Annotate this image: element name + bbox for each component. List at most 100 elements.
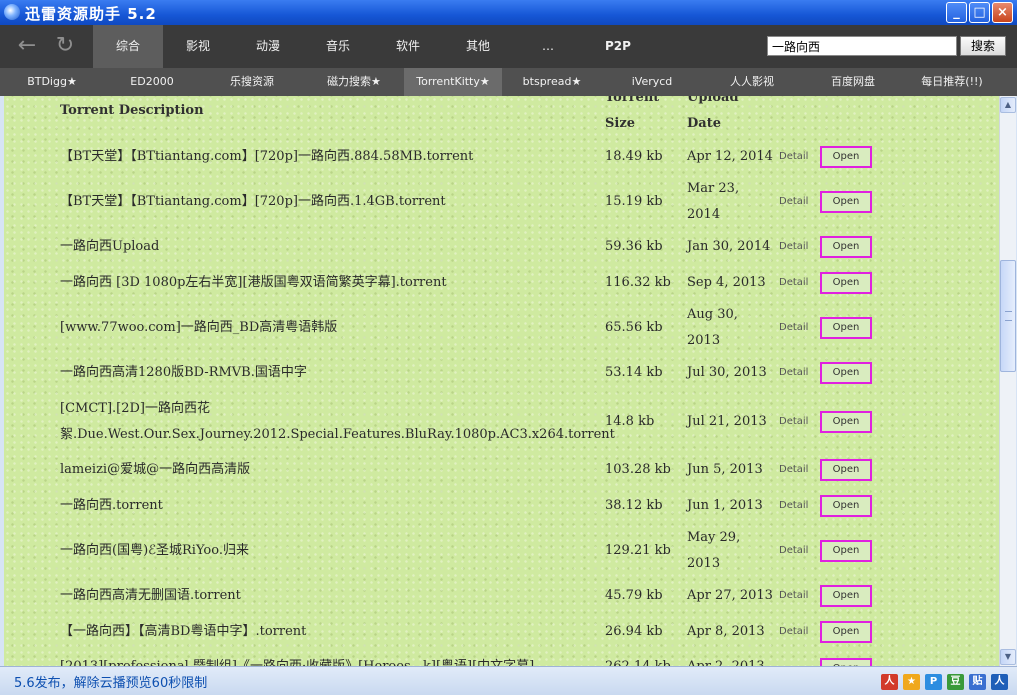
pengyou-icon[interactable]: P (925, 674, 942, 690)
torrent-description[interactable]: 【一路向西】【高清BD粤语中字】.torrent (60, 619, 600, 645)
upload-date: Aug 30, 2013 (687, 307, 738, 348)
detail-link[interactable]: Detail (779, 196, 808, 207)
detail-link[interactable]: Detail (779, 416, 808, 427)
torrent-description[interactable]: 【BT天堂】【BTtiantang.com】[720p]一路向西.1.4GB.t… (60, 189, 600, 215)
douban-icon[interactable]: 豆 (947, 674, 964, 690)
open-button[interactable]: Open (820, 236, 872, 258)
minimize-button[interactable]: _ (946, 2, 967, 23)
subtab-magnet-search[interactable]: 磁力搜索★ (304, 68, 404, 96)
status-message[interactable]: 5.6发布，解除云播预览60秒限制 (14, 672, 207, 691)
detail-link[interactable]: Detail (779, 626, 808, 637)
open-button[interactable]: Open (820, 146, 872, 168)
search-input[interactable] (767, 36, 957, 56)
subtab-iverycd[interactable]: iVerycd (602, 68, 702, 96)
open-button[interactable]: Open (820, 317, 872, 339)
open-button[interactable]: Open (820, 272, 872, 294)
torrent-description[interactable]: lameizi@爱城@一路向西高清版 (60, 457, 600, 483)
subtab-baidu-pan[interactable]: 百度网盘 (802, 68, 904, 96)
refresh-icon[interactable]: ↻ (52, 33, 78, 59)
subtab-renren-yingshi[interactable]: 人人影视 (702, 68, 802, 96)
torrent-description[interactable]: 【BT天堂】【BTtiantang.com】[720p]一路向西.884.58M… (60, 144, 600, 170)
scroll-up-arrow-icon[interactable]: ▲ (1000, 97, 1016, 113)
result-row: 一路向西 [3D 1080p左右半宽][港版国粤双语简繁英字幕].torrent… (4, 270, 999, 296)
vertical-scrollbar[interactable]: ▲ ▼ (999, 96, 1016, 666)
detail-link[interactable]: Detail (779, 500, 808, 511)
open-button[interactable]: Open (820, 658, 872, 666)
open-button[interactable]: Open (820, 540, 872, 562)
header-description: Torrent Description (60, 103, 204, 118)
tab-anime[interactable]: 动漫 (233, 25, 303, 68)
torrent-description[interactable]: 一路向西.torrent (60, 493, 600, 519)
upload-date: Apr 2, 2013 (687, 654, 773, 666)
tab-software[interactable]: 软件 (373, 25, 443, 68)
torrent-description[interactable]: [2013][professional 暨制组]《一路向西·收藏版》[Heroe… (60, 654, 600, 666)
detail-link[interactable]: Detail (779, 367, 808, 378)
close-button[interactable]: × (992, 2, 1013, 23)
result-row: [www.77woo.com]一路向西_BD高清粤语韩版 65.56 kb Au… (4, 302, 999, 354)
scrollbar-thumb[interactable] (1000, 260, 1016, 372)
app-icon (4, 4, 20, 20)
detail-link[interactable]: Detail (779, 277, 808, 288)
torrent-description[interactable]: [CMCT].[2D]一路向西花絮.Due.West.Our.Sex.Journ… (60, 396, 615, 448)
open-button[interactable]: Open (820, 411, 872, 433)
result-row: lameizi@爱城@一路向西高清版 103.28 kb Jun 5, 2013… (4, 457, 999, 483)
subtab-btdigg[interactable]: BTDigg★ (0, 68, 104, 96)
detail-link[interactable]: Detail (779, 545, 808, 556)
torrent-size: 53.14 kb (605, 365, 663, 380)
torrent-description[interactable]: [www.77woo.com]一路向西_BD高清粤语韩版 (60, 315, 600, 341)
result-row: 【BT天堂】【BTtiantang.com】[720p]一路向西.1.4GB.t… (4, 176, 999, 228)
upload-date: Sep 4, 2013 (687, 275, 766, 290)
open-button[interactable]: Open (820, 621, 872, 643)
renren2-icon[interactable]: 人 (991, 674, 1008, 690)
open-button[interactable]: Open (820, 585, 872, 607)
header-size-line2: Size (605, 116, 635, 131)
open-button[interactable]: Open (820, 191, 872, 213)
torrent-description[interactable]: 一路向西高清无删国语.torrent (60, 583, 600, 609)
open-button[interactable]: Open (820, 362, 872, 384)
result-row: 【一路向西】【高清BD粤语中字】.torrent 26.94 kb Apr 8,… (4, 619, 999, 645)
torrent-description[interactable]: 一路向西(国粤)ℰ圣城RiYoo.归来 (60, 538, 600, 564)
main-nav-bar: ← ↻ 综合 影视 动漫 音乐 软件 其他 … P2P 搜索 (0, 25, 1017, 68)
result-row: 【BT天堂】【BTtiantang.com】[720p]一路向西.884.58M… (4, 144, 999, 170)
torrent-description[interactable]: 一路向西高清1280版BD-RMVB.国语中字 (60, 360, 600, 386)
subtab-btspread[interactable]: btspread★ (502, 68, 602, 96)
scroll-down-arrow-icon[interactable]: ▼ (1000, 649, 1016, 665)
detail-link[interactable]: Detail (779, 464, 808, 475)
result-row: 一路向西.torrent 38.12 kb Jun 1, 2013 Detail… (4, 493, 999, 519)
maximize-button[interactable]: □ (969, 2, 990, 23)
torrent-description[interactable]: 一路向西 [3D 1080p左右半宽][港版国粤双语简繁英字幕].torrent (60, 270, 600, 296)
subtab-ed2000[interactable]: ED2000 (104, 68, 200, 96)
detail-link[interactable]: Detail (779, 590, 808, 601)
qzone-icon[interactable]: ★ (903, 674, 920, 690)
tab-other[interactable]: 其他 (443, 25, 513, 68)
detail-link[interactable]: Detail (779, 241, 808, 252)
search-button[interactable]: 搜索 (960, 36, 1006, 56)
tab-more[interactable]: … (513, 25, 583, 68)
renren-icon[interactable]: 人 (881, 674, 898, 690)
subtab-torrentkitty[interactable]: TorrentKitty★ (404, 68, 502, 96)
subtab-lesou[interactable]: 乐搜资源 (200, 68, 304, 96)
tab-general[interactable]: 综合 (93, 25, 163, 68)
subtab-daily-picks[interactable]: 每日推荐(!!) (904, 68, 1000, 96)
results-panel: Torrent Description Torrent Size Upload … (4, 96, 999, 666)
status-bar: 5.6发布，解除云播预览60秒限制 人 ★ P 豆 贴 人 (0, 666, 1017, 695)
upload-date: Jan 30, 2014 (687, 239, 771, 254)
tieba-icon[interactable]: 贴 (969, 674, 986, 690)
tab-music[interactable]: 音乐 (303, 25, 373, 68)
result-row: [2013][professional 暨制组]《一路向西·收藏版》[Heroe… (4, 654, 999, 666)
source-tab-bar: BTDigg★ ED2000 乐搜资源 磁力搜索★ TorrentKitty★ … (0, 68, 1017, 96)
torrent-size: 26.94 kb (605, 624, 663, 639)
grip-icon (1005, 311, 1012, 321)
result-row: 一路向西高清1280版BD-RMVB.国语中字 53.14 kb Jul 30,… (4, 360, 999, 386)
torrent-description[interactable]: 一路向西Upload (60, 234, 600, 260)
window-title: 迅雷资源助手 5.2 (25, 5, 157, 23)
tab-p2p[interactable]: P2P (583, 25, 653, 68)
detail-link[interactable]: Detail (779, 322, 808, 333)
torrent-size: 15.19 kb (605, 194, 663, 209)
open-button[interactable]: Open (820, 495, 872, 517)
upload-date: Jul 30, 2013 (687, 365, 767, 380)
detail-link[interactable]: Detail (779, 151, 808, 162)
tab-movies[interactable]: 影视 (163, 25, 233, 68)
back-arrow-icon[interactable]: ← (14, 33, 40, 59)
open-button[interactable]: Open (820, 459, 872, 481)
